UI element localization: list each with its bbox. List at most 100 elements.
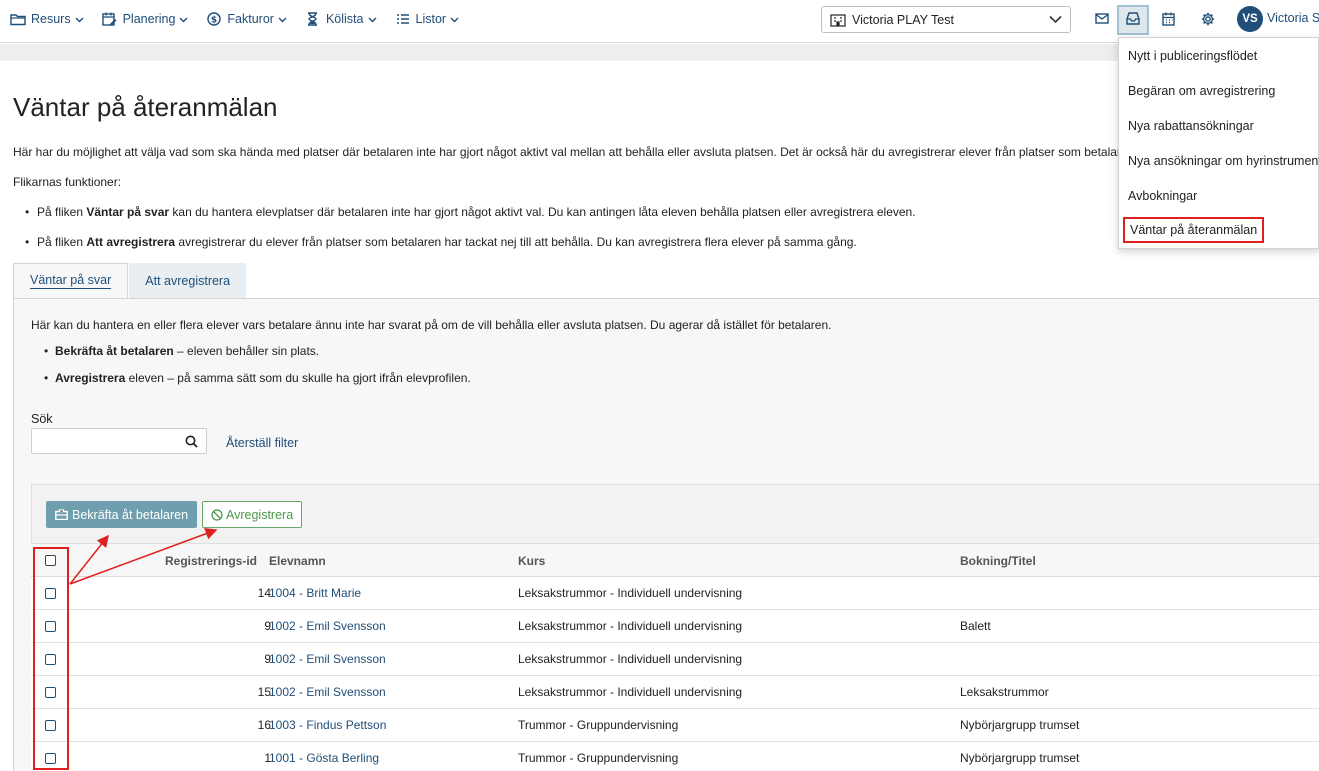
- bullet-prefix: På fliken: [37, 205, 87, 219]
- confirm-for-payer-button[interactable]: Bekräfta åt betalaren: [46, 501, 198, 528]
- list-icon: [395, 12, 411, 26]
- cell-student-link[interactable]: 1003 - Findus Pettson: [269, 718, 386, 732]
- row-checkbox[interactable]: [45, 687, 56, 698]
- envelope-icon: [1095, 13, 1109, 27]
- calendar-edit-icon: [102, 12, 118, 26]
- cell-course: Leksakstrummor - Individuell undervisnin…: [518, 586, 743, 600]
- tab-function-bullet-waiting: På fliken Väntar på svar kan du hantera …: [25, 205, 916, 219]
- search-icon[interactable]: [185, 435, 198, 448]
- briefcase-icon: [55, 509, 68, 520]
- row-checkbox[interactable]: [45, 654, 56, 665]
- header-booking-title: Bokning/Titel: [960, 554, 1036, 568]
- nav-resurs[interactable]: Resurs: [10, 12, 84, 26]
- tab-label: Väntar på svar: [30, 273, 112, 289]
- inbox-icon: [1126, 12, 1140, 28]
- cell-booking-title: Nybörjargrupp trumset: [960, 718, 1080, 732]
- cell-course: Trummor - Gruppundervisning: [518, 718, 679, 732]
- tab-waiting-for-reply[interactable]: Väntar på svar: [13, 263, 129, 299]
- hourglass-icon: [305, 12, 321, 26]
- nav-listor[interactable]: Listor: [395, 12, 460, 26]
- panel-description: Här kan du hantera en eller flera elever…: [31, 318, 832, 332]
- page-intro: Här har du möjlighet att välja vad som s…: [13, 145, 1135, 159]
- user-name[interactable]: Victoria S: [1267, 11, 1319, 25]
- cell-student-link[interactable]: 1002 - Emil Svensson: [269, 619, 386, 633]
- cell-booking-title: Nybörjargrupp trumset: [960, 751, 1080, 765]
- bullet-text: – eleven behåller sin plats.: [173, 344, 320, 358]
- main-menu: Resurs Planering $ Fakturor Kölista List…: [10, 0, 477, 38]
- table-row: 15 1002 - Emil Svensson Leksakstrummor - I…: [31, 676, 1319, 709]
- row-checkbox[interactable]: [45, 720, 56, 731]
- bullet-bold: Avregistrera: [55, 371, 126, 385]
- select-all-checkbox[interactable]: [45, 555, 56, 566]
- menu-item-waiting-reregistration[interactable]: Väntar på återanmälan: [1123, 217, 1265, 243]
- chevron-down-icon: [450, 15, 459, 24]
- messages-button[interactable]: [1086, 5, 1118, 35]
- row-checkbox[interactable]: [45, 588, 56, 599]
- bullet-prefix: På fliken: [37, 235, 87, 249]
- header-course: Kurs: [518, 554, 546, 568]
- organization-select[interactable]: Victoria PLAY Test: [821, 6, 1071, 33]
- nav-planering[interactable]: Planering: [102, 12, 189, 26]
- gear-icon: [1201, 12, 1215, 29]
- tab-label: Att avregistrera: [145, 274, 231, 288]
- menu-item-discount-applications[interactable]: Nya rabattansökningar: [1128, 119, 1254, 133]
- unregister-button-label: Avregistrera: [226, 507, 294, 522]
- cell-booking-title: Leksakstrummor: [960, 685, 1049, 699]
- table-row: 14 1004 - Britt Marie Leksakstrummor - Ind…: [31, 577, 1319, 610]
- cell-registration-id: 9: [264, 619, 271, 633]
- nav-planering-label: Planering: [122, 12, 176, 26]
- row-checkbox[interactable]: [45, 753, 56, 764]
- chevron-down-icon: [278, 15, 287, 24]
- tab-function-bullet-unregister: På fliken Att avregistrera avregistrerar…: [25, 235, 857, 249]
- avatar[interactable]: VS: [1237, 6, 1263, 32]
- bullet-tab-name: Att avregistrera: [86, 235, 176, 249]
- cell-course: Leksakstrummor - Individuell undervisnin…: [518, 619, 743, 633]
- reset-filter-link[interactable]: Återställ filter: [226, 436, 298, 450]
- search-label: Sök: [31, 412, 53, 426]
- nav-resurs-label: Resurs: [31, 12, 71, 26]
- cell-course: Leksakstrummor - Individuell undervisnin…: [518, 652, 743, 666]
- menu-item-instrument-rental-applications[interactable]: Nya ansökningar om hyrinstrument: [1128, 154, 1319, 168]
- cell-student-link[interactable]: 1002 - Emil Svensson: [269, 685, 386, 699]
- menu-item-publishing-feed[interactable]: Nytt i publiceringsflödet: [1128, 49, 1257, 63]
- chevron-down-icon: [1049, 15, 1062, 24]
- tab-panel: Här kan du hantera en eller flera elever…: [13, 298, 1319, 771]
- calendar-icon: [1161, 12, 1175, 29]
- nav-listor-label: Listor: [415, 12, 447, 26]
- nav-fakturor[interactable]: $ Fakturor: [206, 12, 287, 26]
- bullet-text: avregistrerar du elever från platser som…: [175, 235, 857, 249]
- cell-registration-id: 16: [257, 718, 271, 732]
- cell-registration-id: 9: [264, 652, 271, 666]
- folder-icon: [10, 12, 26, 26]
- cell-course: Trummor - Gruppundervisning: [518, 751, 679, 765]
- cell-student-link[interactable]: 1004 - Britt Marie: [269, 586, 361, 600]
- inbox-dropdown-menu: Nytt i publiceringsflödet Begäran om avr…: [1118, 37, 1319, 249]
- cell-registration-id: 1: [264, 751, 271, 765]
- settings-button[interactable]: [1192, 5, 1224, 35]
- dollar-circle-icon: $: [206, 12, 222, 26]
- bullet-tab-name: Väntar på svar: [86, 205, 170, 219]
- cell-course: Leksakstrummor - Individuell undervisnin…: [518, 685, 743, 699]
- table-row: 1 1001 - Gösta Berling Trummor - Gruppunde…: [31, 742, 1319, 771]
- cell-student-link[interactable]: 1002 - Emil Svensson: [269, 652, 386, 666]
- unregister-button[interactable]: Avregistrera: [202, 501, 303, 528]
- bulk-action-bar: Bekräfta åt betalaren Avregistrera: [31, 484, 1319, 544]
- table-row: 16 1003 - Findus Pettson Trummor - Gruppun…: [31, 709, 1319, 742]
- inbox-button[interactable]: [1117, 5, 1149, 35]
- cell-student-link[interactable]: 1001 - Gösta Berling: [269, 751, 379, 765]
- menu-item-cancellations[interactable]: Avbokningar: [1128, 189, 1197, 203]
- confirm-button-label: Bekräfta åt betalaren: [72, 507, 189, 522]
- building-icon: [830, 13, 846, 27]
- cell-booking-title: Balett: [960, 619, 991, 633]
- tab-functions-label: Flikarnas funktioner:: [13, 175, 122, 189]
- registrations-table: Registrerings-id Elevnamn Kurs Bokning/T…: [31, 544, 1319, 771]
- table-row: 9 1002 - Emil Svensson Leksakstrummor - In…: [31, 643, 1319, 676]
- search-field: [31, 428, 207, 454]
- calendar-button[interactable]: [1152, 5, 1184, 35]
- search-input[interactable]: [32, 429, 172, 453]
- row-checkbox[interactable]: [45, 621, 56, 632]
- nav-kolista[interactable]: Kölista: [305, 12, 377, 26]
- menu-item-unregistration-requests[interactable]: Begäran om avregistrering: [1128, 84, 1275, 98]
- table-body: 14 1004 - Britt Marie Leksakstrummor - Ind…: [31, 577, 1319, 771]
- tab-to-unregister[interactable]: Att avregistrera: [129, 263, 247, 299]
